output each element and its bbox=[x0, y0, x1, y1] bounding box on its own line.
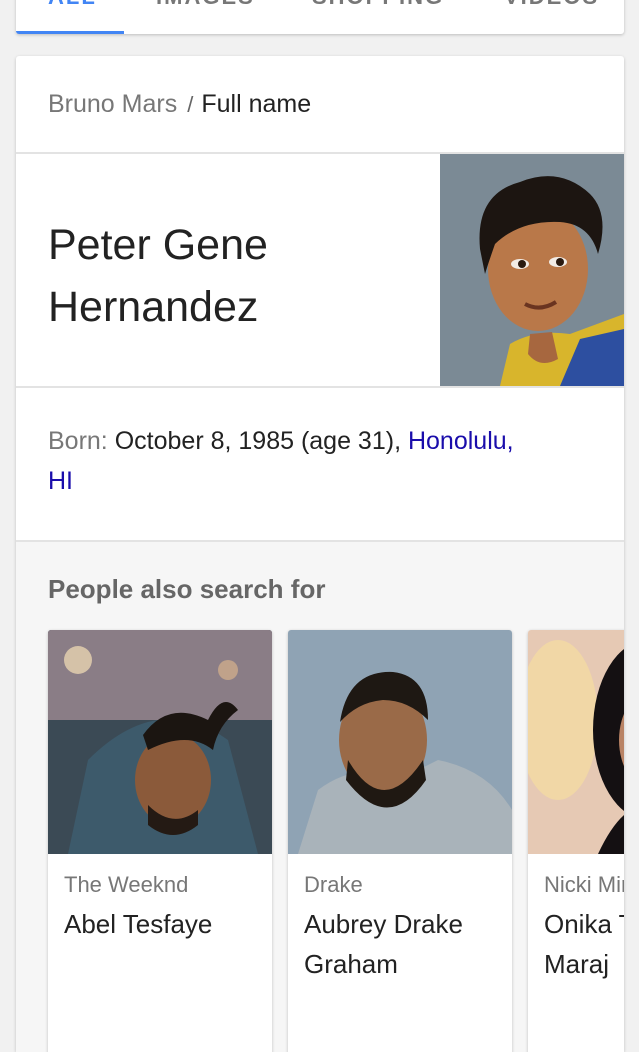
person-name-line: Graham bbox=[304, 949, 398, 979]
person-name-line: Onika Tanya bbox=[544, 909, 624, 939]
person-full-name: Aubrey Drake Graham bbox=[304, 904, 512, 984]
person-photo-icon bbox=[48, 630, 272, 854]
person-nickname: Drake bbox=[304, 872, 363, 897]
breadcrumb: Bruno Mars / Full name bbox=[48, 90, 311, 119]
portrait-photo[interactable] bbox=[440, 154, 624, 386]
person-nickname: The Weeknd bbox=[64, 872, 189, 897]
tab-videos[interactable]: VIDEOS bbox=[504, 0, 599, 10]
people-also-search-title: People also search for bbox=[48, 574, 326, 604]
tab-shopping[interactable]: SHOPPING bbox=[312, 0, 444, 10]
born-fact: Born: October 8, 1985 (age 31), Honolulu… bbox=[48, 421, 608, 501]
born-value: October 8, 1985 (age 31), bbox=[114, 427, 408, 455]
person-nickname: Nicki Minaj bbox=[544, 872, 624, 897]
breadcrumb-parent-link[interactable]: Bruno Mars bbox=[48, 90, 177, 118]
answer-line: Hernandez bbox=[48, 283, 259, 331]
person-photo-icon bbox=[528, 630, 624, 854]
divider bbox=[16, 386, 624, 388]
person-name-line: Abel Tesfaye bbox=[64, 909, 213, 939]
people-also-search-section: People also search for The Weeknd Abel T… bbox=[16, 542, 624, 1052]
person-photo-icon bbox=[440, 154, 624, 386]
person-card-drake[interactable]: Drake Aubrey Drake Graham bbox=[288, 630, 512, 1052]
answer-full-name: Peter Gene Hernandez bbox=[48, 214, 408, 338]
person-photo-icon bbox=[288, 630, 512, 854]
person-name-line: Aubrey Drake bbox=[304, 909, 463, 939]
person-full-name: Onika Tanya Maraj bbox=[544, 904, 624, 984]
person-card-the-weeknd[interactable]: The Weeknd Abel Tesfaye bbox=[48, 630, 272, 1052]
active-tab-indicator bbox=[16, 31, 124, 34]
person-photo bbox=[288, 630, 512, 854]
person-full-name: Abel Tesfaye bbox=[64, 904, 272, 944]
person-photo bbox=[48, 630, 272, 854]
person-card-nicki-minaj[interactable]: Nicki Minaj Onika Tanya Maraj bbox=[528, 630, 624, 1052]
tab-all[interactable]: ALL bbox=[48, 0, 97, 10]
breadcrumb-current: Full name bbox=[201, 90, 312, 118]
answer-line: Peter Gene bbox=[48, 221, 268, 269]
born-label: Born: bbox=[48, 427, 108, 455]
birthplace-line: HI bbox=[48, 467, 73, 495]
breadcrumb-separator: / bbox=[187, 92, 194, 117]
person-name-line: Maraj bbox=[544, 949, 610, 979]
birthplace-line: Honolulu, bbox=[407, 427, 514, 455]
person-photo bbox=[528, 630, 624, 854]
search-tabs-bar: ALL IMAGES SHOPPING VIDEOS bbox=[16, 0, 624, 34]
tab-images[interactable]: IMAGES bbox=[156, 0, 255, 10]
knowledge-panel-card: Bruno Mars / Full name Peter Gene Hernande… bbox=[16, 56, 624, 1052]
